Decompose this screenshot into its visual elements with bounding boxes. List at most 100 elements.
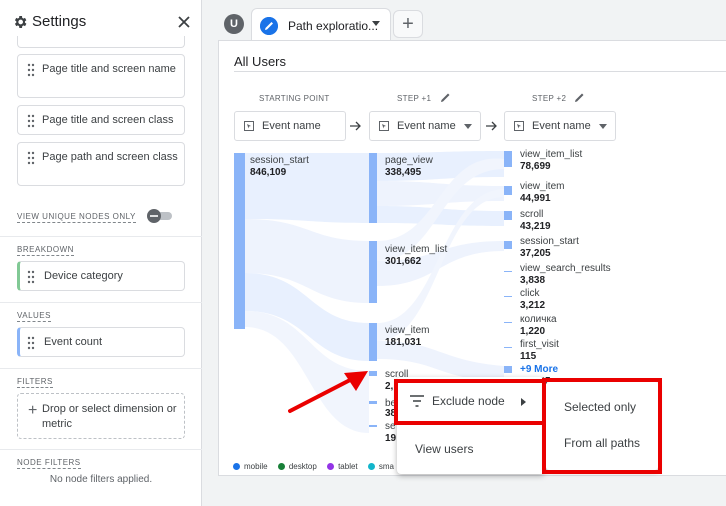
plus-icon: +: [28, 402, 38, 419]
drag-handle-icon[interactable]: [27, 114, 35, 128]
node-value: 3,838: [520, 275, 546, 286]
node-bar-be[interactable]: [369, 401, 377, 404]
node-bar-view-item-list[interactable]: [369, 241, 377, 303]
node-bar-kolichka[interactable]: [504, 322, 512, 323]
section-divider: [0, 236, 202, 237]
node-label: view_item: [520, 181, 565, 192]
node-label: view_search_results: [520, 263, 611, 274]
legend-item-desktop: desktop: [277, 462, 317, 471]
tab-path-exploration[interactable]: Path exploratio...: [251, 8, 391, 41]
add-tab-button[interactable]: +: [393, 10, 423, 38]
drag-handle-icon[interactable]: [27, 151, 35, 165]
node-value: 301,662: [385, 256, 422, 267]
legend-label: tablet: [338, 462, 358, 471]
highlight-box-submenu: [542, 378, 662, 474]
view-unique-nodes-toggle[interactable]: [146, 209, 174, 223]
chip-label: Page title and screen class: [42, 114, 174, 126]
node-value: 19: [385, 433, 397, 444]
node-bar-click[interactable]: [504, 296, 512, 297]
node-bar-first-visit[interactable]: [504, 347, 512, 348]
settings-title: Settings: [32, 13, 87, 30]
node-bar-session-start[interactable]: [234, 153, 245, 329]
drag-handle-icon[interactable]: [27, 336, 35, 350]
node-type-chip-page-path-screen-class[interactable]: Page path and screen class: [17, 142, 185, 186]
node-label: scroll: [520, 209, 544, 220]
node-bar-page-view[interactable]: [369, 153, 377, 223]
node-label: количка: [520, 314, 557, 325]
more-nodes-link[interactable]: +9 More: [520, 364, 558, 375]
node-filters-empty: No node filters applied.: [49, 474, 153, 485]
node-value: 3,212: [520, 300, 546, 311]
menu-item-label: View users: [415, 442, 474, 456]
node-value: 78,699: [520, 161, 551, 172]
node-label: click: [520, 288, 540, 299]
node-bar-scroll-2[interactable]: [504, 211, 512, 220]
pencil-icon: [260, 17, 278, 35]
legend-dot: [367, 463, 375, 470]
legend-label: mobile: [244, 462, 268, 471]
node-bar-view-item-2[interactable]: [504, 186, 512, 195]
chip-label: Page title and screen name: [42, 63, 176, 75]
red-arrow-annotation: [288, 371, 368, 413]
section-divider: [0, 449, 202, 450]
gear-icon: [14, 16, 27, 28]
node-bar-view-search-results[interactable]: [504, 271, 512, 272]
node-bar-view-item[interactable]: [369, 323, 377, 361]
legend: mobile desktop tablet sma: [233, 462, 402, 471]
node-label: view_item_list: [385, 244, 448, 255]
node-type-chip-page-title-screen-name[interactable]: Page title and screen name: [17, 54, 185, 98]
node-value: 338,495: [385, 167, 422, 178]
legend-dot: [233, 463, 240, 470]
filter-drop-zone[interactable]: + Drop or select dimension or metric: [17, 393, 185, 439]
node-label: view_item: [385, 325, 430, 336]
node-value: 37,205: [520, 248, 551, 259]
view-unique-nodes-label: VIEW UNIQUE NODES ONLY: [17, 212, 136, 223]
node-bar-se[interactable]: [369, 425, 377, 427]
node-value: 2,: [385, 381, 394, 392]
breakdown-chip-device-category[interactable]: Device category: [17, 261, 185, 291]
node-bar-view-item-list-2[interactable]: [504, 151, 512, 167]
filter-placeholder: Drop or select dimension or metric: [42, 403, 177, 430]
highlight-box-exclude-node: [394, 379, 546, 425]
legend-label: sma: [378, 462, 395, 471]
tab-label: Path exploratio...: [288, 19, 379, 33]
node-bar-more[interactable]: [504, 366, 512, 373]
chip-label: Event count: [44, 336, 103, 348]
node-value: 181,031: [385, 337, 422, 348]
filters-label: FILTERS: [17, 377, 53, 388]
legend-item-mobile: mobile: [233, 462, 268, 471]
chip-label: Page path and screen class: [42, 151, 178, 163]
legend-dot: [277, 463, 285, 470]
settings-panel: Settings Page title and screen name Page…: [0, 0, 202, 506]
section-divider: [0, 368, 202, 369]
chip-label: Device category: [44, 270, 123, 282]
values-label: VALUES: [17, 311, 51, 322]
node-label: session_start: [250, 155, 309, 166]
node-type-chip-partial[interactable]: [17, 36, 185, 48]
legend-item-smart-tv: sma: [367, 462, 395, 471]
close-icon[interactable]: [176, 14, 192, 30]
legend-label: desktop: [288, 462, 317, 471]
node-type-chip-page-title-screen-class[interactable]: Page title and screen class: [17, 105, 185, 135]
chevron-down-icon[interactable]: [372, 21, 380, 27]
node-value: 43,219: [520, 221, 551, 232]
values-chip-event-count[interactable]: Event count: [17, 327, 185, 357]
node-label: session_start: [520, 236, 579, 247]
section-divider: [0, 302, 202, 303]
node-filters-label: NODE FILTERS: [17, 458, 81, 469]
node-value: 1,220: [520, 326, 546, 337]
node-label: first_visit: [520, 339, 559, 350]
node-value: 115: [520, 351, 537, 362]
node-label: view_item_list: [520, 149, 583, 160]
node-label: page_view: [385, 155, 433, 166]
drag-handle-icon[interactable]: [27, 270, 35, 284]
legend-dot: [327, 463, 335, 470]
avatar[interactable]: U: [224, 14, 244, 34]
node-value: 846,109: [250, 167, 287, 178]
node-bar-session-start-2[interactable]: [504, 241, 512, 249]
node-bar-scroll[interactable]: [369, 371, 377, 376]
breakdown-label: BREAKDOWN: [17, 245, 74, 256]
view-users-menu-item[interactable]: View users: [397, 429, 545, 469]
drag-handle-icon[interactable]: [27, 63, 35, 77]
legend-item-tablet: tablet: [327, 462, 358, 471]
